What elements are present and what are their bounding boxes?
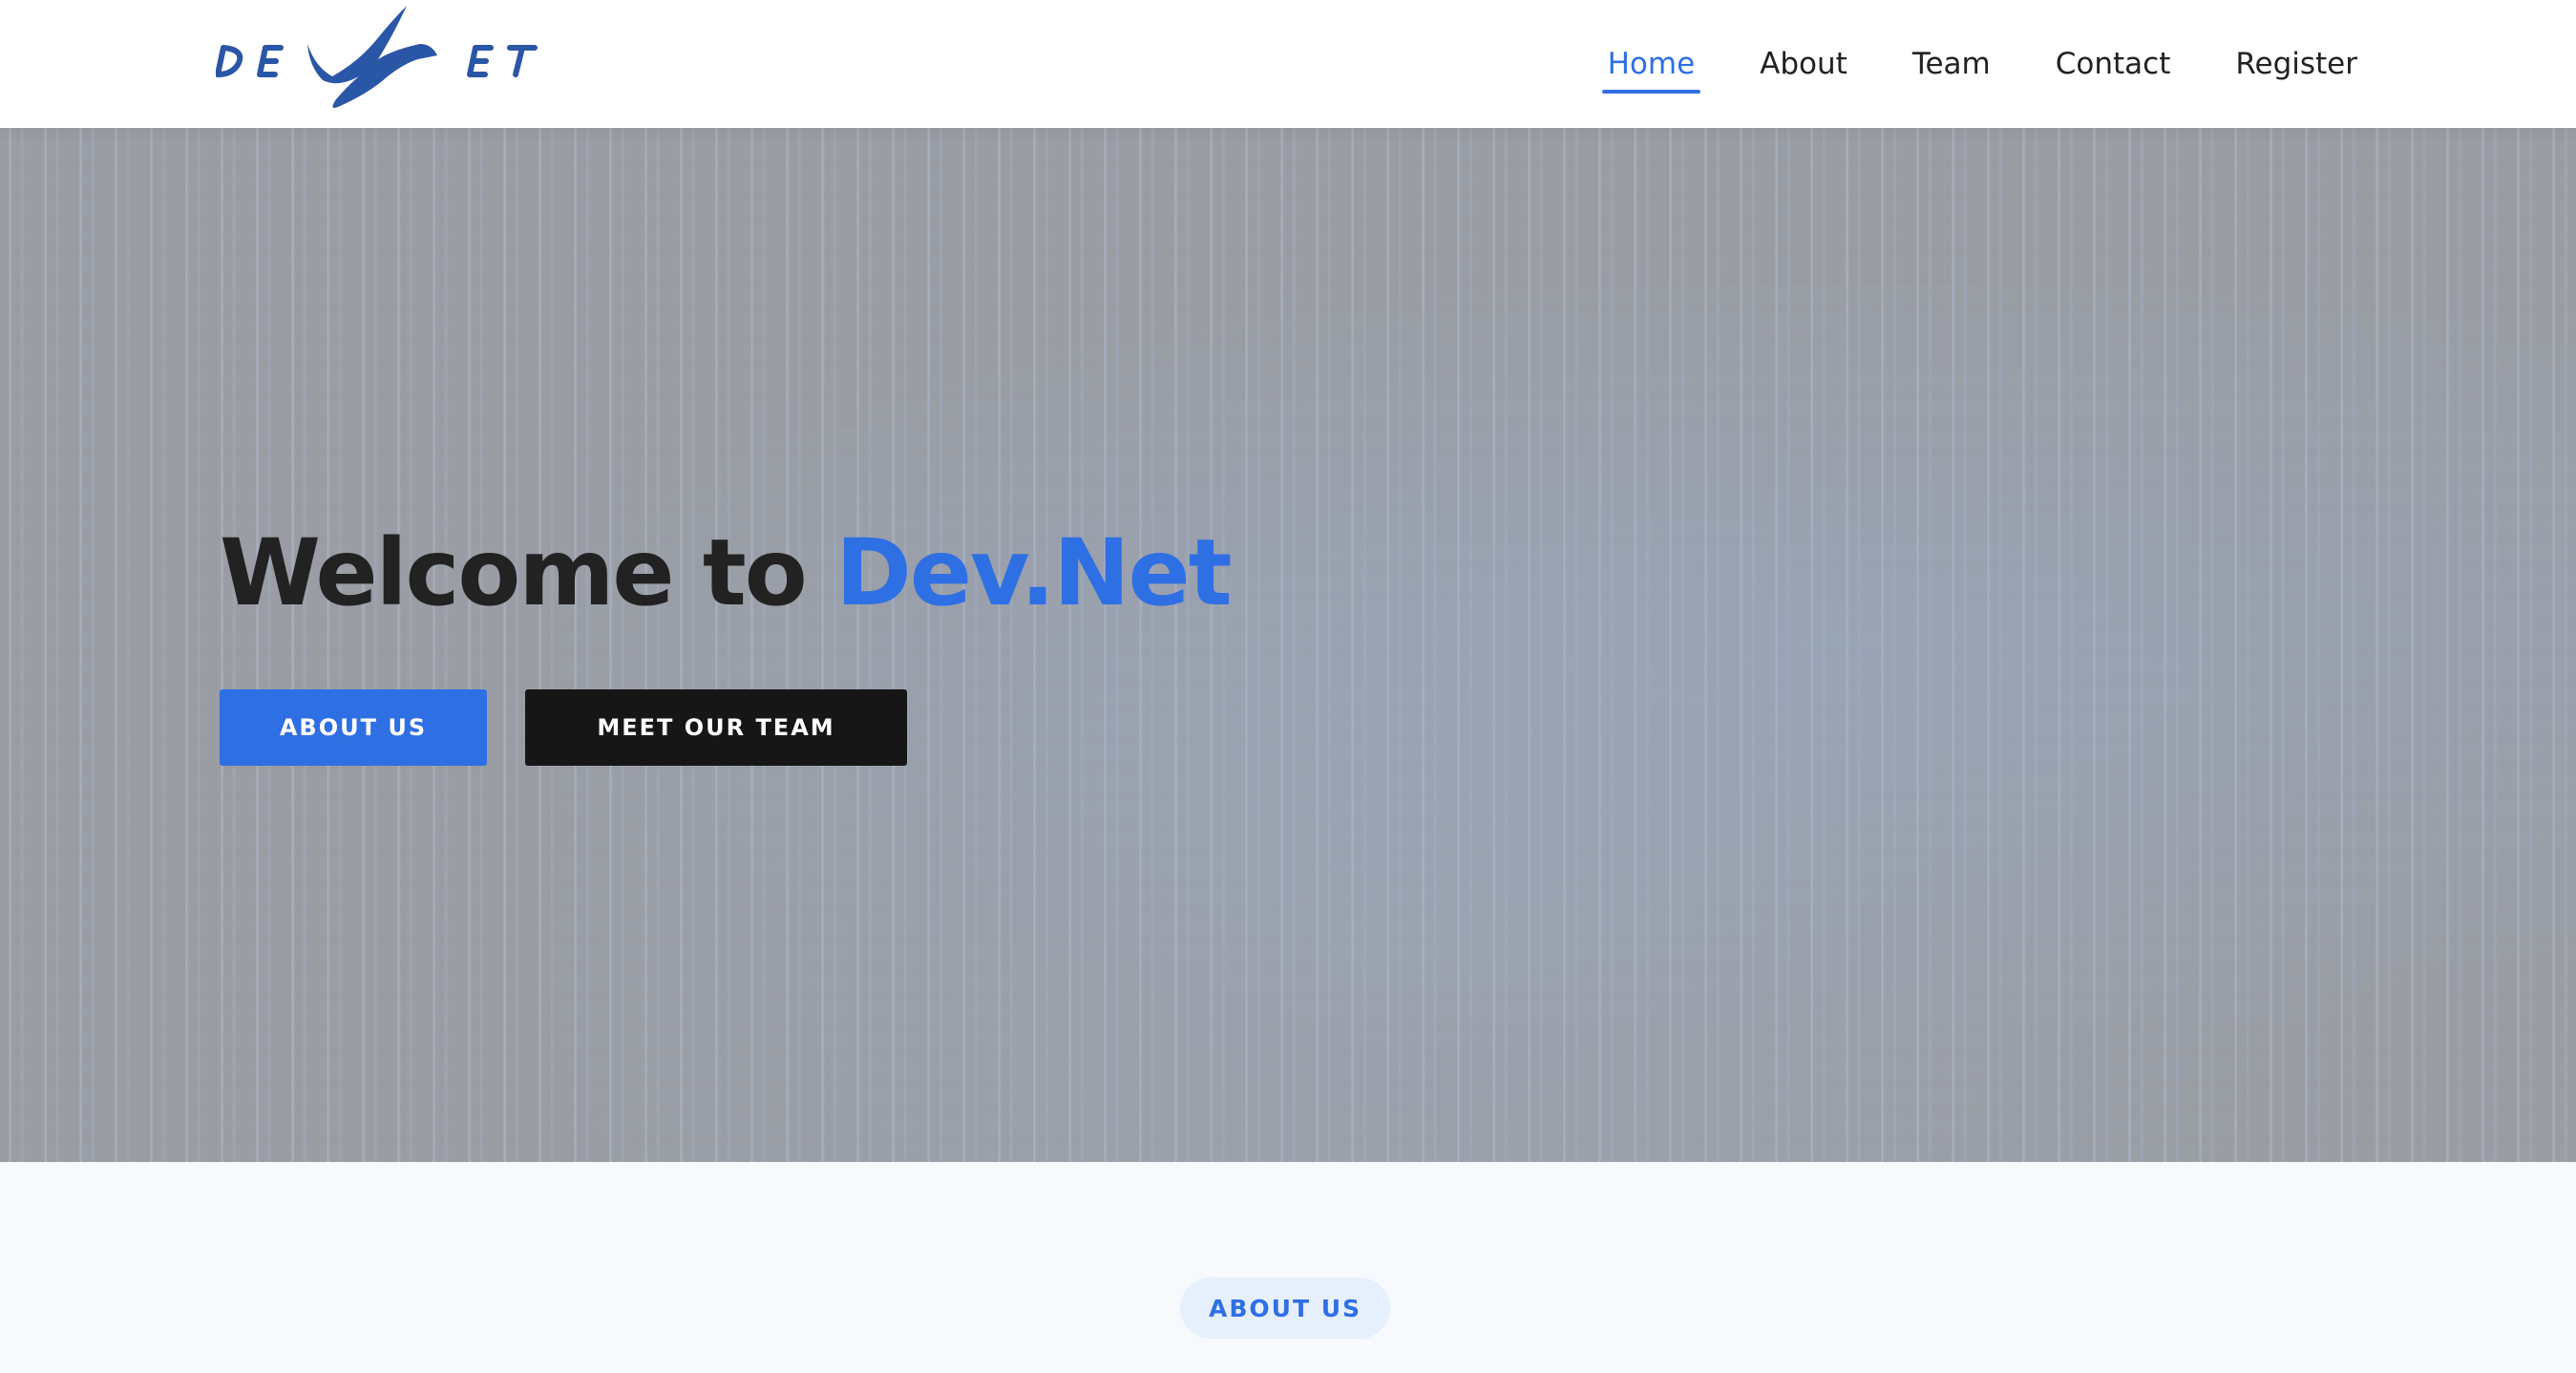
about-section: ABOUT US <box>0 1162 2576 1373</box>
hero-section: Welcome to Dev.Net ABOUT US MEET OUR TEA… <box>0 128 2576 1162</box>
nav-team-link[interactable]: Team <box>1912 0 1991 128</box>
devnet-logo[interactable] <box>216 0 550 118</box>
hero-title: Welcome to Dev.Net <box>220 519 1233 626</box>
nav-about-link[interactable]: About <box>1760 0 1848 128</box>
hero-title-accent: Dev.Net <box>835 519 1232 626</box>
nav-register-link[interactable]: Register <box>2235 0 2357 128</box>
meet-our-team-button[interactable]: MEET OUR TEAM <box>525 689 907 766</box>
hero-title-prefix: Welcome to <box>220 519 836 626</box>
about-us-section-badge: ABOUT US <box>1180 1278 1390 1339</box>
about-us-button[interactable]: ABOUT US <box>220 689 487 766</box>
nav-contact-link[interactable]: Contact <box>2056 0 2171 128</box>
main-nav: Home About Team Contact Register <box>1543 0 2357 128</box>
nav-home-link[interactable]: Home <box>1601 0 1700 128</box>
site-header: Home About Team Contact Register <box>0 0 2576 128</box>
page: Home About Team Contact Register Welcome… <box>0 0 2576 1373</box>
